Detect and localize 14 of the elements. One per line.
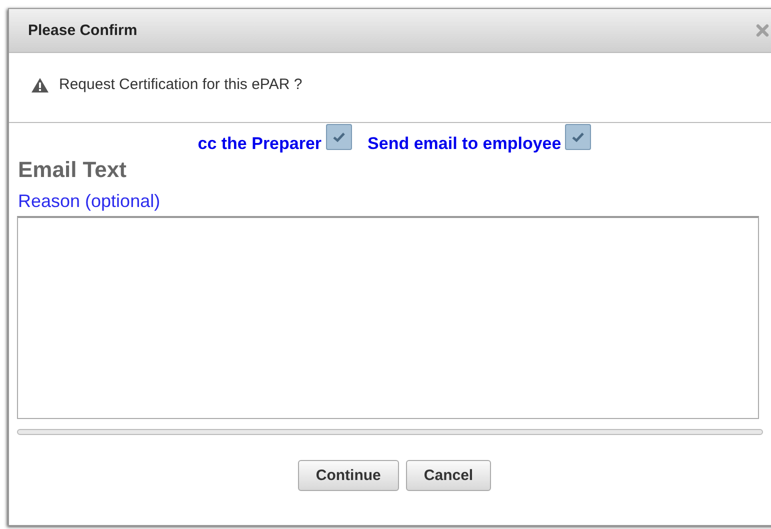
checkbox-label: cc the Preparer — [198, 134, 322, 154]
continue-button[interactable]: Continue — [298, 460, 399, 491]
section-heading: Email Text — [18, 157, 128, 183]
checkmark-icon — [332, 131, 346, 143]
checkbox[interactable] — [326, 124, 352, 150]
cancel-button[interactable]: Cancel — [406, 460, 492, 491]
dialog-title: Please Confirm — [28, 22, 138, 39]
warning-icon — [31, 76, 49, 92]
checkbox[interactable] — [565, 124, 592, 150]
checkmark-icon — [571, 131, 586, 143]
reason-input-field[interactable] — [17, 216, 759, 419]
field-label: Reason (optional) — [18, 191, 162, 212]
checkbox-label: Send email to employee — [368, 134, 562, 154]
confirm-message: Request Certification for this ePAR ? — [59, 76, 302, 93]
